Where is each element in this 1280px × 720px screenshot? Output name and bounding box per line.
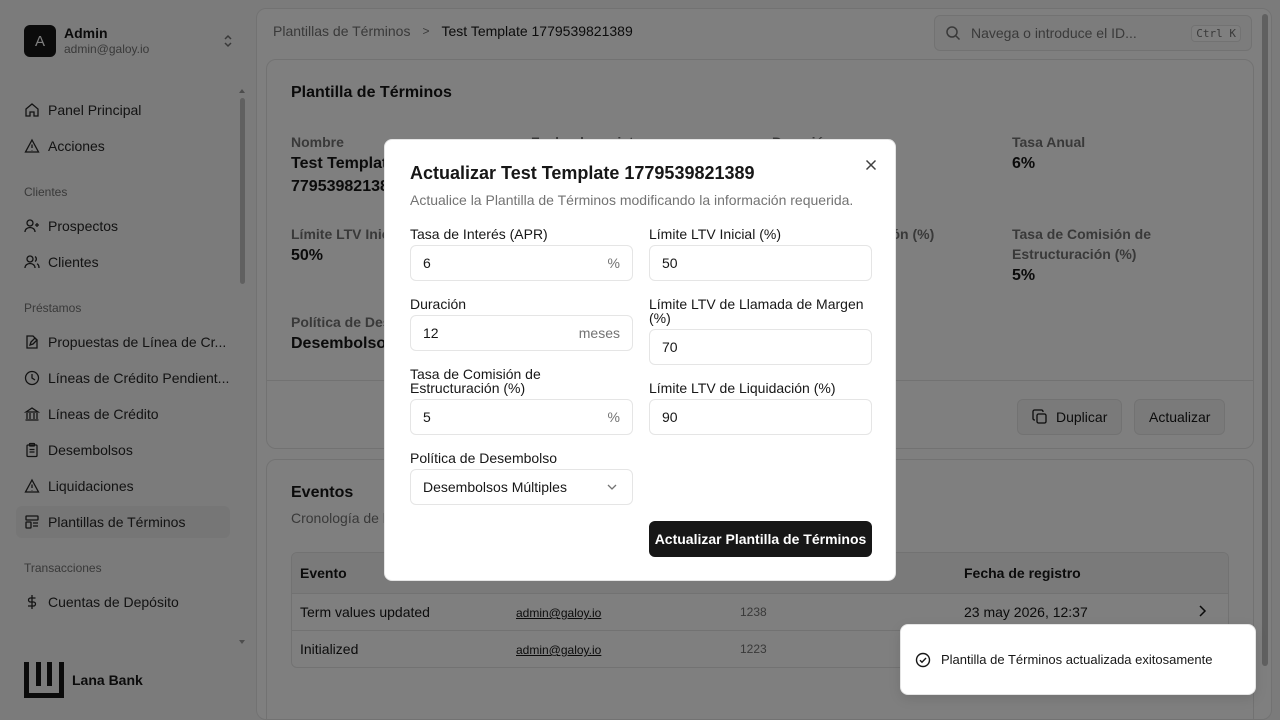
policy-select[interactable]: Desembolsos Múltiples: [410, 469, 633, 505]
input-suffix: %: [607, 255, 620, 271]
input-value: 90: [662, 409, 678, 425]
update-template-dialog: Actualizar Test Template 1779539821389 A…: [384, 139, 896, 581]
interest-rate-group: Tasa de Interés (APR) 6 %: [410, 227, 633, 281]
select-value: Desembolsos Múltiples: [423, 479, 567, 495]
initial-ltv-group: Límite LTV Inicial (%) 50: [649, 227, 872, 281]
initial-ltv-input[interactable]: 50: [649, 245, 872, 281]
input-value: 12: [423, 325, 439, 341]
interest-rate-input[interactable]: 6 %: [410, 245, 633, 281]
submit-update-button[interactable]: Actualizar Plantilla de Términos: [649, 521, 872, 557]
dialog-title: Actualizar Test Template 1779539821389: [410, 163, 755, 183]
margin-ltv-input[interactable]: 70: [649, 329, 872, 365]
duration-input[interactable]: 12 meses: [410, 315, 633, 351]
fee-input[interactable]: 5 %: [410, 399, 633, 435]
close-icon[interactable]: [863, 157, 879, 173]
input-value: 5: [423, 409, 431, 425]
chevron-down-icon: [607, 484, 617, 490]
fee-label: Tasa de Comisión de Estructuración (%): [410, 366, 541, 396]
liq-ltv-input[interactable]: 90: [649, 399, 872, 435]
interest-rate-label: Tasa de Interés (APR): [410, 226, 548, 242]
toast-message: Plantilla de Términos actualizada exitos…: [941, 651, 1213, 667]
initial-ltv-label: Límite LTV Inicial (%): [649, 226, 781, 242]
margin-ltv-group: Límite LTV de Llamada de Margen (%) 70: [649, 297, 872, 365]
input-value: 70: [662, 339, 678, 355]
input-value: 50: [662, 255, 678, 271]
policy-label: Política de Desembolso: [410, 450, 558, 466]
dialog-subtitle: Actualice la Plantilla de Términos modif…: [410, 192, 854, 208]
duration-label: Duración: [410, 296, 467, 312]
input-suffix: meses: [578, 325, 620, 341]
liq-ltv-label: Límite LTV de Liquidación (%): [649, 380, 836, 396]
policy-group: Política de Desembolso Desembolsos Múlti…: [410, 451, 633, 505]
success-toast: Plantilla de Términos actualizada exitos…: [900, 624, 1256, 695]
margin-ltv-label: Límite LTV de Llamada de Margen (%): [649, 296, 864, 326]
check-circle-icon: [915, 652, 931, 667]
input-value: 6: [423, 255, 431, 271]
input-suffix: %: [607, 409, 620, 425]
duration-group: Duración 12 meses: [410, 297, 633, 351]
liq-ltv-group: Límite LTV de Liquidación (%) 90: [649, 381, 872, 435]
fee-group: Tasa de Comisión de Estructuración (%) 5…: [410, 367, 633, 435]
